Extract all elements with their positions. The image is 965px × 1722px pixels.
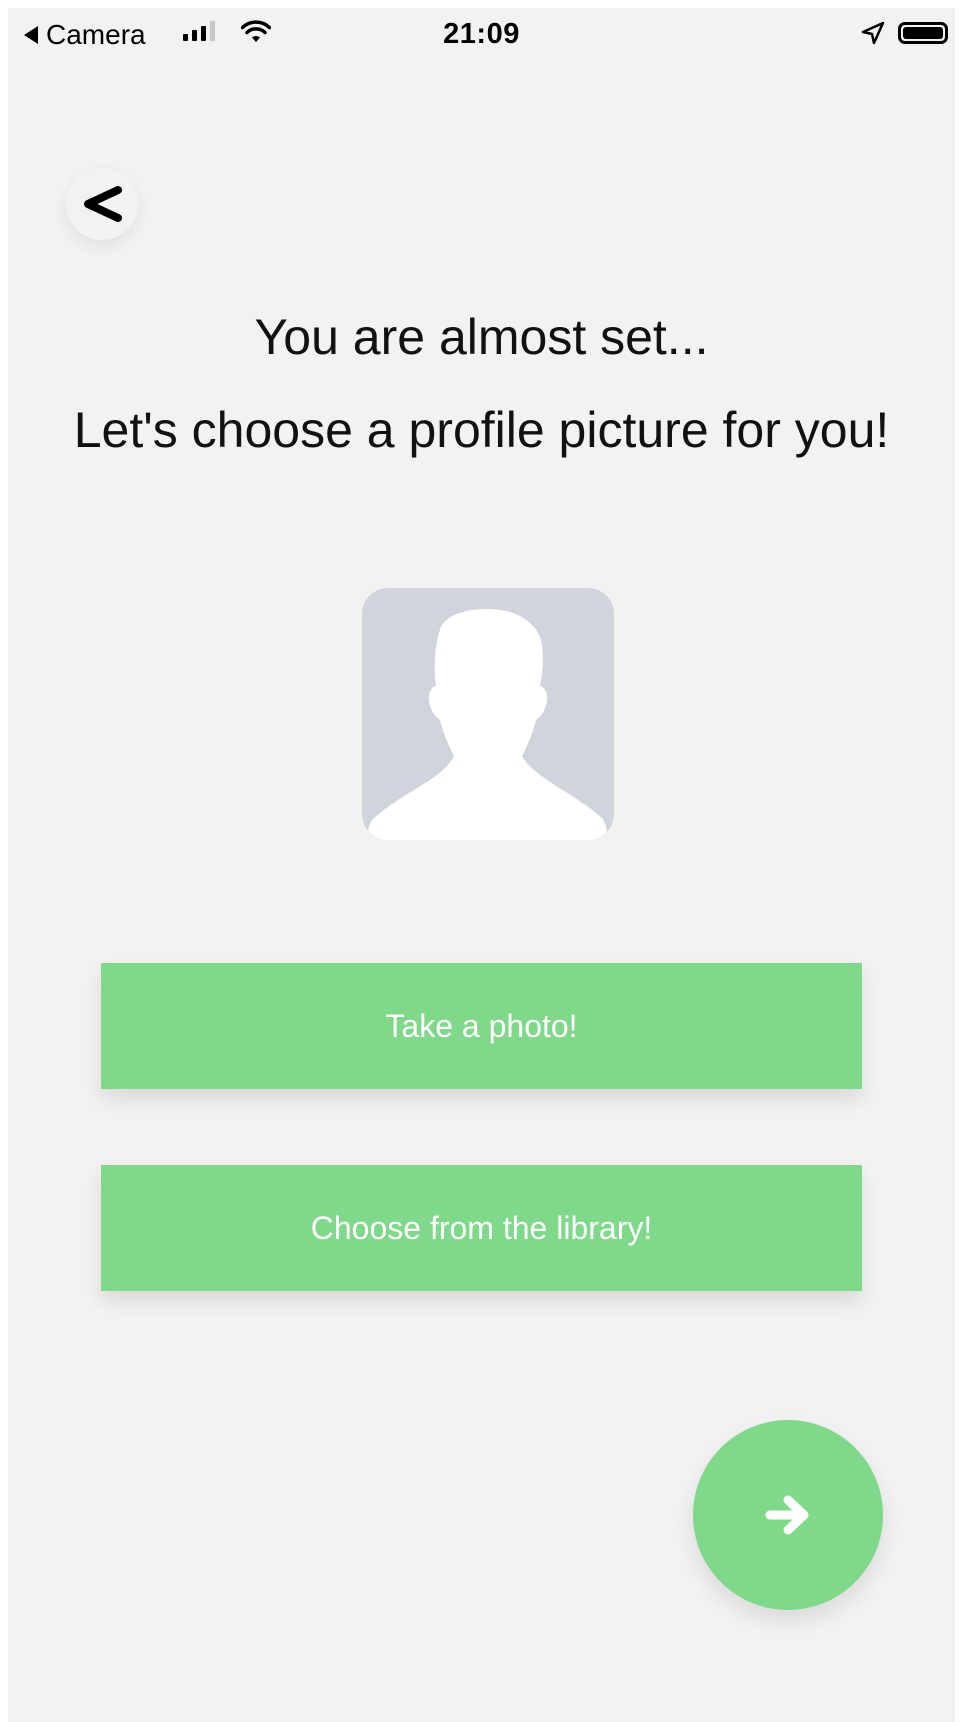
- status-time: 21:09: [443, 18, 520, 50]
- screen: Camera 21:09 You are almost set... Let's…: [8, 8, 955, 1722]
- arrow-right-icon: [765, 1495, 809, 1535]
- page-subtitle: Let's choose a profile picture for you!: [73, 402, 890, 458]
- take-photo-button[interactable]: Take a photo!: [101, 963, 862, 1089]
- page-title: You are almost set...: [254, 309, 709, 365]
- choose-from-library-button[interactable]: Choose from the library!: [101, 1165, 862, 1291]
- avatar[interactable]: [362, 588, 614, 840]
- person-silhouette-icon: [368, 608, 607, 840]
- back-button[interactable]: [66, 168, 138, 240]
- location-arrow-icon: [861, 21, 885, 45]
- chevron-left-icon: [84, 186, 122, 222]
- next-button[interactable]: [693, 1420, 883, 1610]
- battery-icon: [898, 22, 948, 44]
- status-bar: Camera 21:09: [8, 8, 955, 60]
